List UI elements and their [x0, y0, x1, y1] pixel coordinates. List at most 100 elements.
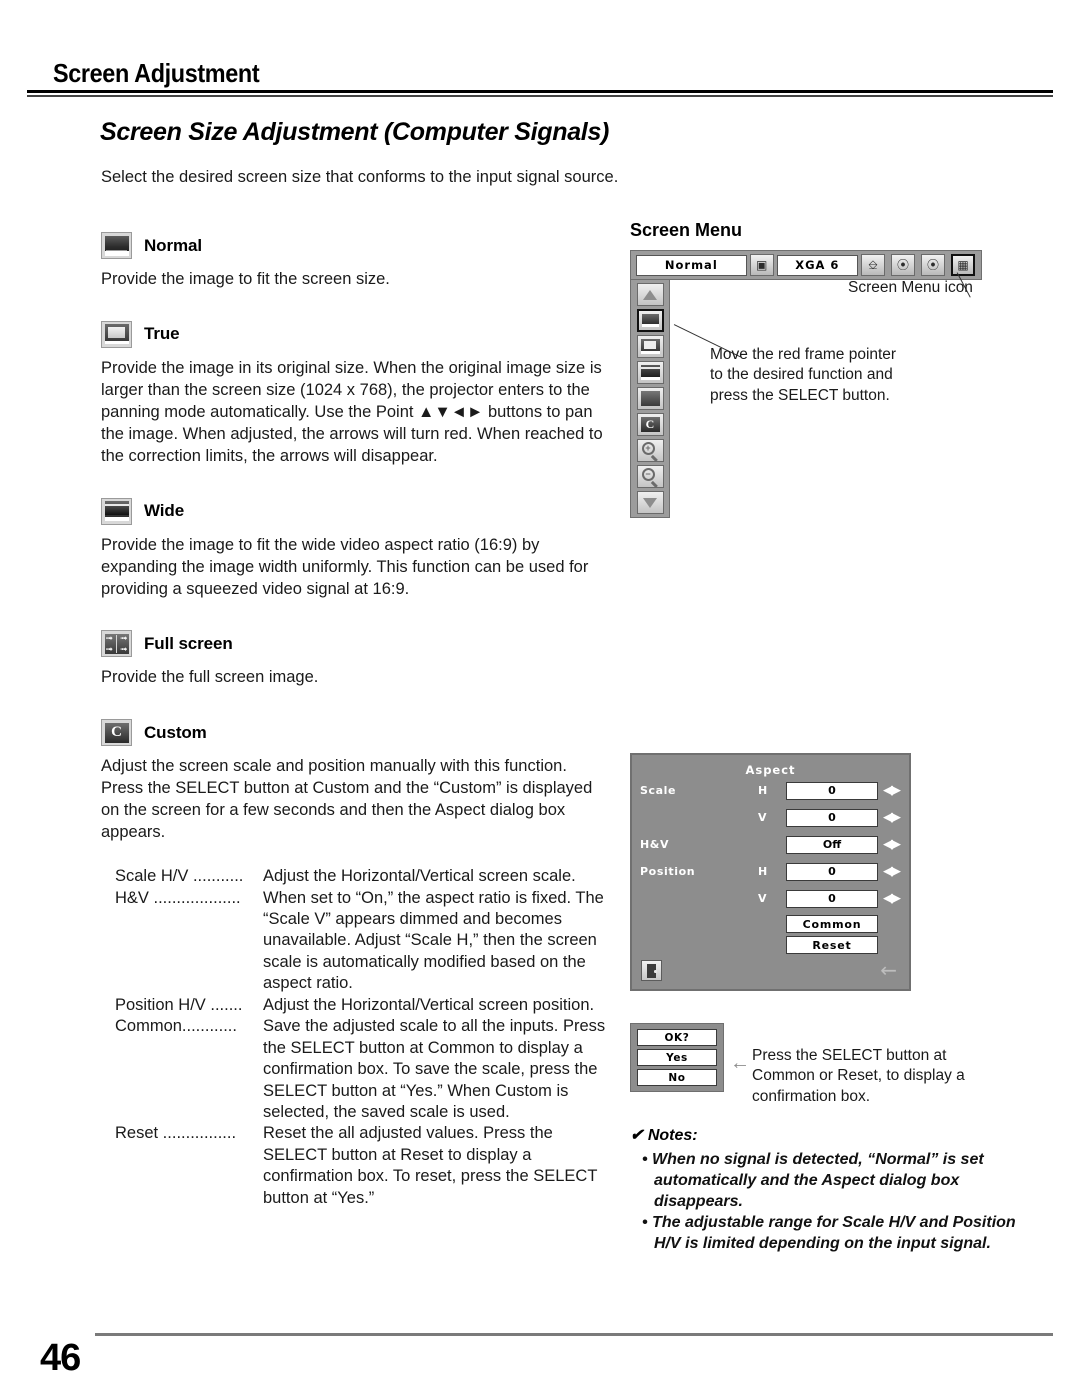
aspect-axis-v: V: [758, 811, 767, 824]
item-fullscreen-heading: ➟ ➟ ➟ ➟ Full screen: [101, 630, 613, 658]
header-rule-thick: [27, 90, 1053, 93]
callout-pointer-instruction: Move the red frame pointer to the desire…: [710, 346, 897, 404]
confirm-no-button[interactable]: No: [637, 1069, 717, 1086]
osd-signal-field[interactable]: XGA 6: [776, 254, 858, 276]
right-column: Screen Menu Normal ▣ XGA 6 ⎒ ⦿ ⦿ ▦ C + −…: [630, 220, 1050, 1252]
aspect-value-position-v[interactable]: 0: [786, 889, 878, 908]
definition-term: Reset ................: [115, 1124, 237, 1143]
screen-wide-icon: [101, 497, 132, 525]
definition-row: Position H/V ....... Adjust the Horizont…: [115, 995, 613, 1016]
definition-term: Common............: [115, 1017, 237, 1036]
aspect-value-scale-v[interactable]: 0: [786, 808, 878, 827]
item-fullscreen-body: Provide the full screen image.: [101, 668, 319, 687]
screen-custom-icon: C: [101, 719, 132, 747]
notes-list: When no signal is detected, “Normal” is …: [642, 1150, 1020, 1255]
definition-row: Common............ Save the adjusted sca…: [115, 1016, 613, 1123]
aspect-value-scale-h[interactable]: 0: [786, 781, 878, 800]
aspect-row-position-v: V 0 ◀▶: [632, 885, 909, 912]
confirm-prompt: OK?: [637, 1029, 717, 1046]
notes-heading: ✔ Notes:: [630, 1127, 698, 1144]
aspect-value-hv[interactable]: Off: [786, 835, 878, 854]
spinner-arrows-icon[interactable]: ◀▶: [883, 865, 901, 878]
header-rule-thin: [27, 95, 1053, 97]
item-true-heading: True: [101, 320, 613, 348]
item-wide-heading: Wide: [101, 497, 613, 525]
zoom-out-icon[interactable]: −: [636, 465, 664, 488]
definition-desc: Adjust the Horizontal/Vertical screen sc…: [263, 867, 576, 886]
aspect-row-scale-h: Scale H 0 ◀▶: [632, 777, 909, 804]
computer-icon[interactable]: ⎒: [861, 254, 885, 276]
confirm-caption: Press the SELECT button at Common or Res…: [752, 1047, 965, 1105]
aspect-row-position-h: Position H 0 ◀▶: [632, 858, 909, 885]
definition-desc: Adjust the Horizontal/Vertical screen po…: [263, 995, 595, 1014]
definition-term: Position H/V .......: [115, 995, 243, 1014]
input-source-icon[interactable]: ▣: [749, 254, 774, 276]
definition-row: Scale H/V ........... Adjust the Horizon…: [115, 866, 613, 887]
aspect-row-hv: H&V Off ◀▶: [632, 831, 909, 858]
item-normal-body: Provide the image to fit the screen size…: [101, 270, 390, 288]
aspect-label-position: Position: [640, 865, 696, 878]
page-number: 46: [40, 1337, 81, 1379]
item-custom-body: Adjust the screen scale and position man…: [101, 757, 593, 842]
item-wide-label: Wide: [144, 501, 185, 521]
section-heading: Screen Size Adjustment (Computer Signals…: [100, 118, 610, 146]
definition-row: H&V ................... When set to “On,…: [115, 888, 613, 995]
true-icon[interactable]: [636, 335, 664, 358]
aspect-axis-h2: H: [758, 865, 768, 878]
definition-term: H&V ...................: [115, 888, 241, 907]
aspect-common-row: Common: [632, 915, 909, 933]
notes-block: ✔ Notes: When no signal is detected, “No…: [630, 1125, 1020, 1256]
screen-true-icon: [101, 320, 132, 348]
aspect-label-hv: H&V: [640, 838, 670, 851]
full-screen-icon[interactable]: [636, 387, 664, 410]
screen-normal-icon: [101, 232, 132, 259]
screen-full-icon: ➟ ➟ ➟ ➟: [101, 630, 132, 658]
definition-row: Reset ................ Reset the all adj…: [115, 1123, 613, 1209]
item-custom-heading: C Custom: [101, 719, 613, 747]
aspect-axis-v2: V: [758, 892, 767, 905]
definition-term: Scale H/V ...........: [115, 867, 244, 886]
definition-desc: When set to “On,” the aspect ratio is fi…: [263, 888, 604, 993]
screen-menu-title: Screen Menu: [630, 220, 743, 240]
aspect-reset-button[interactable]: Reset: [786, 936, 878, 954]
scroll-up-icon[interactable]: [636, 283, 664, 306]
spinner-arrows-icon[interactable]: ◀▶: [883, 892, 901, 905]
aspect-label-scale: Scale: [640, 784, 677, 797]
item-wide-body: Provide the image to fit the wide video …: [101, 535, 589, 598]
color-adjust-icon[interactable]: ⦿: [891, 254, 915, 276]
wide-icon[interactable]: [636, 361, 664, 384]
definition-desc: Save the adjusted scale to all the input…: [263, 1017, 606, 1121]
aspect-value-position-h[interactable]: 0: [786, 862, 878, 881]
osd-menu-bar: Normal ▣ XGA 6 ⎒ ⦿ ⦿ ▦: [630, 250, 982, 280]
aspect-dialog: Aspect Scale H 0 ◀▶ V 0 ◀▶ H&V Off ◀▶ Po…: [630, 753, 911, 991]
item-normal-label: Normal: [144, 235, 202, 255]
definition-desc: Reset the all adjusted values. Press the…: [263, 1124, 598, 1207]
note-item: When no signal is detected, “Normal” is …: [642, 1150, 1020, 1212]
zoom-in-icon[interactable]: +: [636, 439, 664, 462]
image-select-icon[interactable]: ⦿: [921, 254, 945, 276]
exit-door-icon[interactable]: [641, 960, 662, 981]
normal-icon[interactable]: [636, 309, 664, 332]
aspect-reset-row: Reset: [632, 936, 909, 954]
item-true-body: Provide the image in its original size. …: [101, 358, 603, 465]
aspect-common-button[interactable]: Common: [786, 915, 878, 933]
footer-rule: [95, 1333, 1053, 1336]
item-custom-label: Custom: [144, 722, 207, 742]
confirmation-dialog: OK? Yes No: [630, 1023, 724, 1092]
confirm-yes-button[interactable]: Yes: [637, 1049, 717, 1066]
osd-mode-field[interactable]: Normal: [636, 254, 747, 276]
scroll-down-icon[interactable]: [636, 491, 664, 514]
screen-menu-icon[interactable]: ▦: [951, 254, 975, 276]
callout-screen-menu-icon: Screen Menu icon: [848, 279, 973, 296]
spinner-arrows-icon[interactable]: ◀▶: [883, 784, 901, 797]
aspect-dialog-title: Aspect: [745, 763, 796, 777]
spinner-arrows-icon[interactable]: ◀▶: [883, 838, 901, 851]
custom-definition-list: Scale H/V ........... Adjust the Horizon…: [115, 866, 613, 1209]
aspect-row-scale-v: V 0 ◀▶: [632, 804, 909, 831]
aspect-axis-h: H: [758, 784, 768, 797]
spinner-arrows-icon[interactable]: ◀▶: [883, 811, 901, 824]
manual-page: Screen Adjustment Screen Size Adjustment…: [0, 0, 1080, 1397]
custom-icon[interactable]: C: [636, 413, 664, 436]
section-lead: Select the desired screen size that conf…: [101, 168, 619, 186]
item-true-label: True: [144, 324, 180, 344]
